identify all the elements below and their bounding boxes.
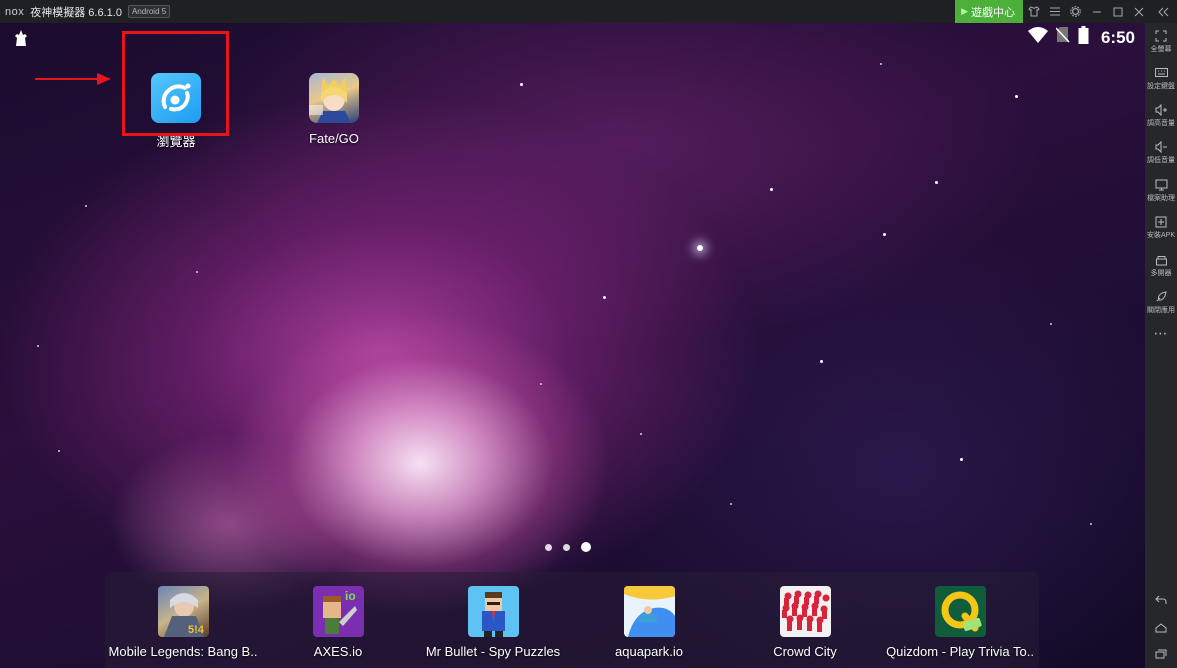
status-icons: 6:50 <box>1027 26 1135 49</box>
svg-text:5!4: 5!4 <box>188 624 205 636</box>
volume-down-icon <box>1145 140 1177 155</box>
game-center-button[interactable]: ▶ 遊戲中心 <box>955 0 1023 23</box>
page-dot[interactable] <box>545 543 552 551</box>
sidebar-item-close-app[interactable]: 關閉應用 <box>1145 291 1177 315</box>
star <box>520 83 523 86</box>
page-indicator <box>545 542 591 552</box>
star <box>1090 523 1092 525</box>
emulator-titlebar: nox 夜神模擬器 6.6.1.0 Android 5 ▶ 遊戲中心 <box>0 0 1177 23</box>
star <box>883 233 886 236</box>
volume-up-icon <box>1145 103 1177 118</box>
star <box>540 383 542 385</box>
app-crowd-city[interactable]: Crowd City <box>725 586 885 659</box>
star <box>770 188 773 191</box>
sidebar-item-multi-instance[interactable]: 多開器 <box>1145 254 1177 278</box>
sidebar-item-label: 多開器 <box>1150 270 1172 277</box>
emulator-sidebar: 全螢幕 設定鍵盤 調高音量 調低音量 檔案助理 安裝APK 多開器 關閉應用 ⋯ <box>1145 23 1177 668</box>
back-icon[interactable] <box>1145 594 1177 608</box>
star <box>960 458 963 461</box>
sidebar-item-volume-up[interactable]: 調高音量 <box>1145 103 1177 128</box>
sidebar-item-label: 檔案助理 <box>1147 195 1175 202</box>
sidebar-item-fullscreen[interactable]: 全螢幕 <box>1145 30 1177 54</box>
app-aquapark[interactable]: aquapark.io <box>569 586 729 659</box>
fate-go-icon <box>309 73 359 123</box>
file-assistant-icon <box>1145 179 1177 193</box>
quizdom-icon <box>934 586 986 637</box>
wifi-icon <box>1027 27 1048 48</box>
nox-logo: nox <box>5 5 25 18</box>
install-apk-icon <box>1145 216 1177 230</box>
sidebar-item-file-assistant[interactable]: 檔案助理 <box>1145 179 1177 203</box>
svg-text:io: io <box>345 589 356 603</box>
star <box>1050 323 1052 325</box>
menu-icon[interactable] <box>1044 0 1065 23</box>
highlight-box <box>122 31 229 136</box>
sidebar-item-volume-down[interactable]: 調低音量 <box>1145 140 1177 165</box>
app-label: Mr Bullet - Spy Puzzles <box>425 644 561 659</box>
app-fate-go[interactable]: Fate/GO <box>286 73 382 146</box>
maximize-icon[interactable] <box>1107 0 1128 23</box>
red-arrow-icon <box>35 73 111 85</box>
axes-io-icon: io <box>312 586 364 637</box>
app-mr-bullet[interactable]: Mr Bullet - Spy Puzzles <box>413 586 573 659</box>
more-options-icon[interactable]: ⋯ <box>1145 325 1177 342</box>
star <box>935 181 938 184</box>
star <box>58 450 60 452</box>
mobile-legends-icon: 5!4 <box>157 586 209 637</box>
star <box>697 245 703 251</box>
game-center-label: 遊戲中心 <box>971 6 1015 19</box>
star <box>730 503 732 505</box>
battery-icon <box>1078 26 1089 49</box>
sidebar-item-install-apk[interactable]: 安裝APK <box>1145 216 1177 240</box>
sidebar-item-keyboard[interactable]: 設定鍵盤 <box>1145 67 1177 91</box>
android-version-badge: Android 5 <box>127 5 171 18</box>
sidebar-item-label: 設定鍵盤 <box>1147 83 1175 90</box>
keyboard-icon <box>1145 67 1177 81</box>
sidebar-item-label: 全螢幕 <box>1150 46 1172 53</box>
app-label: Mobile Legends: Bang B.. <box>108 644 258 659</box>
app-axes-io[interactable]: io AXES.io <box>258 586 418 659</box>
close-icon[interactable] <box>1128 0 1149 23</box>
app-label: Quizdom - Play Trivia To.. <box>886 644 1034 659</box>
app-mobile-legends[interactable]: 5!4 Mobile Legends: Bang B.. <box>103 586 263 659</box>
sidebar-item-label: 調高音量 <box>1147 120 1175 127</box>
star <box>603 296 606 299</box>
aquapark-icon <box>623 586 675 637</box>
star <box>820 360 823 363</box>
multi-instance-icon <box>1145 254 1177 268</box>
clock: 6:50 <box>1100 27 1135 47</box>
mr-bullet-icon <box>467 586 519 637</box>
minimize-icon[interactable] <box>1086 0 1107 23</box>
app-dock: 5!4 Mobile Legends: Bang B.. io AXES.io <box>105 572 1039 668</box>
sidebar-item-label: 安裝APK <box>1146 232 1175 239</box>
no-sim-icon <box>1055 27 1070 48</box>
home-icon[interactable] <box>1145 622 1177 636</box>
window-title: 夜神模擬器 6.6.1.0 <box>30 6 122 19</box>
fullscreen-icon <box>1145 30 1177 44</box>
sidebar-item-label: 關閉應用 <box>1147 307 1175 314</box>
app-label: AXES.io <box>313 644 363 659</box>
app-quizdom[interactable]: Quizdom - Play Trivia To.. <box>880 586 1040 659</box>
titlebar-controls: ▶ 遊戲中心 <box>955 0 1177 23</box>
star <box>1015 95 1018 98</box>
recents-icon[interactable] <box>1145 648 1177 662</box>
page-dot-active[interactable] <box>581 542 591 552</box>
app-label: Fate/GO <box>309 131 359 146</box>
star <box>37 345 39 347</box>
star <box>196 271 198 273</box>
star <box>85 205 87 207</box>
nox-status-icon <box>12 29 30 47</box>
shirt-icon[interactable] <box>1023 0 1044 23</box>
star <box>640 433 642 435</box>
app-label: aquapark.io <box>615 644 683 659</box>
gear-icon[interactable] <box>1065 0 1086 23</box>
collapse-sidebar-icon[interactable] <box>1149 0 1177 23</box>
app-label: Crowd City <box>773 644 837 659</box>
star <box>880 63 882 65</box>
close-app-icon <box>1145 291 1177 305</box>
page-dot[interactable] <box>563 543 570 551</box>
play-icon: ▶ <box>961 6 968 16</box>
sidebar-item-label: 調低音量 <box>1147 157 1175 164</box>
crowd-city-icon <box>779 586 831 637</box>
